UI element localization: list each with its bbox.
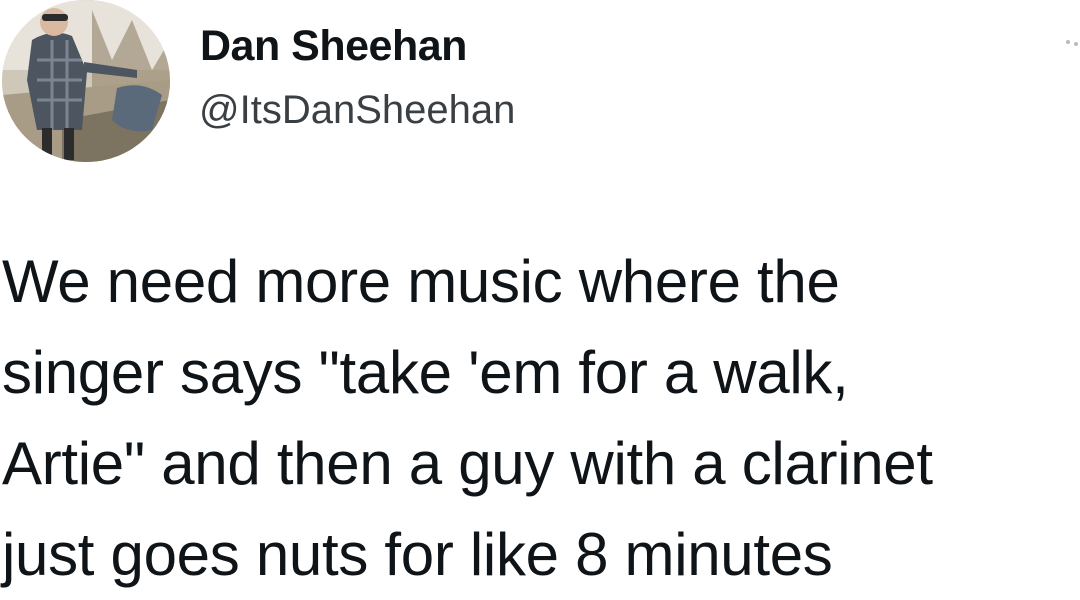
author-handle[interactable]: @ItsDanSheehan — [199, 88, 515, 133]
tweet-text-line: singer says "take 'em for a walk, — [2, 339, 849, 406]
author-name[interactable]: Dan Sheehan — [200, 22, 467, 71]
tweet-text-line: Artie" and then a guy with a clarinet — [2, 430, 933, 497]
tweet-text-line: We need more music where the — [2, 248, 840, 315]
avatar[interactable] — [2, 0, 170, 162]
tweet-text-line: just goes nuts for like 8 minutes — [2, 521, 833, 588]
more-horizontal-icon[interactable] — [1066, 40, 1080, 54]
tweet-card: Dan Sheehan @ItsDanSheehan We need more … — [0, 0, 1080, 588]
tweet-text: We need more music where the singer says… — [2, 236, 1080, 600]
avatar-photo — [2, 0, 170, 162]
